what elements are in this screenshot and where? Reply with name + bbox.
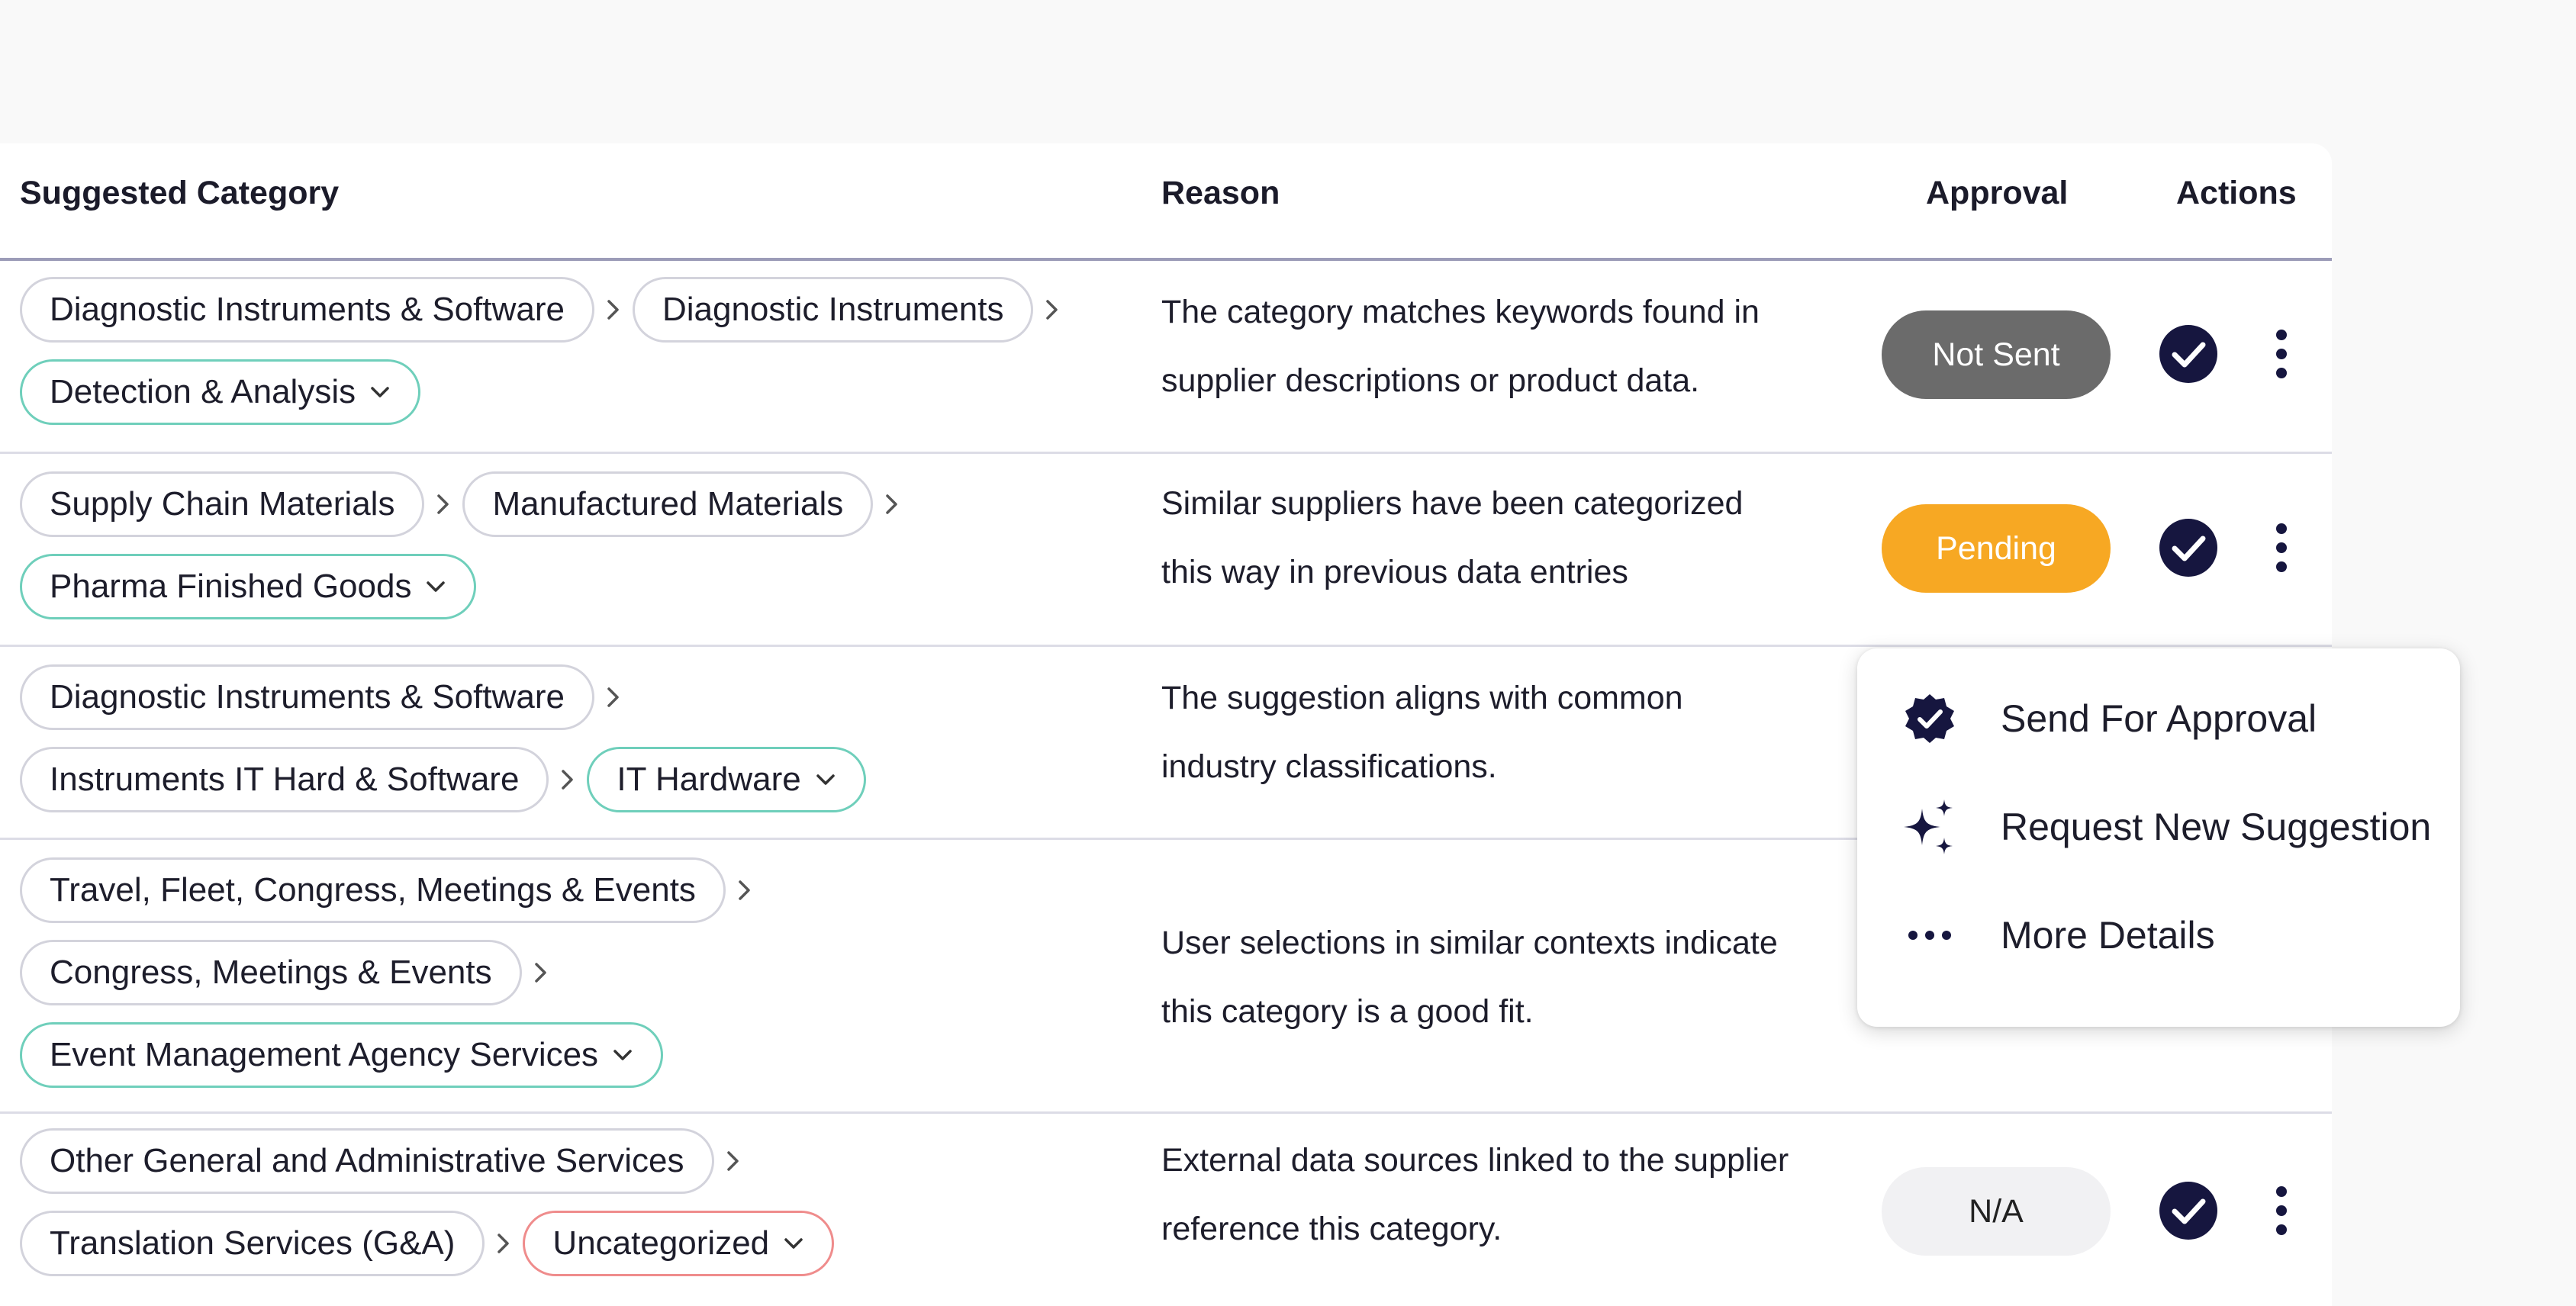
approve-check-button[interactable] <box>2158 323 2219 384</box>
column-header-suggested-category[interactable]: Suggested Category <box>20 143 339 258</box>
category-path-line: Diagnostic Instruments & Software Diagno… <box>20 275 1071 345</box>
more-vertical-icon <box>2276 330 2287 378</box>
category-path-line: Diagnostic Instruments & Software <box>20 662 633 732</box>
chevron-down-icon <box>783 1236 804 1251</box>
reason-line: this way in previous data entries <box>1161 554 1628 590</box>
more-vertical-icon <box>2276 1186 2287 1235</box>
check-circle-icon <box>2159 1182 2217 1240</box>
chevron-right-icon <box>605 298 622 321</box>
reason-line: supplier descriptions or product data. <box>1161 362 1700 399</box>
category-leaf-dropdown[interactable]: Uncategorized <box>523 1211 835 1276</box>
category-chip[interactable]: Congress, Meetings & Events <box>20 940 522 1005</box>
approve-check-button[interactable] <box>2158 517 2219 578</box>
chevron-right-icon <box>736 879 753 902</box>
chevron-down-icon <box>612 1047 633 1063</box>
category-chip[interactable]: Travel, Fleet, Congress, Meetings & Even… <box>20 857 726 923</box>
menu-item-label: More Details <box>2001 914 2215 957</box>
menu-item-more-details[interactable]: More Details <box>1857 888 2460 983</box>
check-circle-icon <box>2159 519 2217 577</box>
status-badge: N/A <box>1882 1167 2111 1256</box>
category-leaf-dropdown[interactable]: Pharma Finished Goods <box>20 554 477 619</box>
column-header-reason[interactable]: Reason <box>1161 143 1280 258</box>
chevron-right-icon <box>435 493 452 516</box>
reason-text: The category matches keywords found in s… <box>1161 278 1879 415</box>
category-chip[interactable]: Other General and Administrative Service… <box>20 1128 714 1194</box>
category-chip[interactable]: Diagnostic Instruments & Software <box>20 664 594 730</box>
category-chip[interactable]: Diagnostic Instruments <box>632 277 1034 343</box>
row-more-options-button[interactable] <box>2260 323 2303 384</box>
category-chip[interactable]: Instruments IT Hard & Software <box>20 747 549 812</box>
chevron-right-icon <box>605 686 622 709</box>
check-circle-icon <box>2159 325 2217 383</box>
reason-line: this category is a good fit. <box>1161 993 1534 1030</box>
menu-item-request-new-suggestion[interactable]: Request New Suggestion <box>1857 780 2460 874</box>
category-path-line: Congress, Meetings & Events <box>20 938 560 1008</box>
menu-item-send-for-approval[interactable]: Send For Approval <box>1857 671 2460 766</box>
reason-line: The suggestion aligns with common <box>1161 680 1683 716</box>
reason-text: Similar suppliers have been categorized … <box>1161 469 1879 606</box>
row-more-options-button[interactable] <box>2260 517 2303 578</box>
row-actions-menu: Send For Approval Request New Suggestion… <box>1857 648 2460 1027</box>
table-header: Suggested Category Reason Approval Actio… <box>0 143 2332 261</box>
status-badge: Pending <box>1882 504 2111 593</box>
column-header-approval[interactable]: Approval <box>1926 143 2068 258</box>
category-path-line: Translation Services (G&A) Uncategorized <box>20 1208 835 1279</box>
category-leaf-label: Detection & Analysis <box>50 373 356 410</box>
category-leaf-label: Pharma Finished Goods <box>50 568 412 605</box>
category-leaf-label: IT Hardware <box>617 761 801 798</box>
reason-line: User selections in similar contexts indi… <box>1161 925 1778 961</box>
category-chip[interactable]: Supply Chain Materials <box>20 471 425 537</box>
category-leaf-dropdown[interactable]: Event Management Agency Services <box>20 1022 664 1088</box>
chevron-right-icon <box>884 493 900 516</box>
approve-check-button[interactable] <box>2158 1180 2219 1241</box>
reason-line: The category matches keywords found in <box>1161 294 1760 330</box>
category-leaf-label: Event Management Agency Services <box>50 1036 599 1073</box>
category-path-line: Instruments IT Hard & Software IT Hardwa… <box>20 745 866 815</box>
category-path-line: Pharma Finished Goods <box>20 552 477 622</box>
category-chip[interactable]: Translation Services (G&A) <box>20 1211 485 1276</box>
category-leaf-dropdown[interactable]: IT Hardware <box>587 747 866 812</box>
chevron-down-icon <box>815 772 836 787</box>
status-badge: Not Sent <box>1882 310 2111 399</box>
chevron-down-icon <box>369 384 391 400</box>
row-more-options-button[interactable] <box>2260 1180 2303 1241</box>
menu-item-label: Send For Approval <box>2001 697 2317 740</box>
category-path-line: Detection & Analysis <box>20 357 421 427</box>
reason-text: External data sources linked to the supp… <box>1161 1126 1879 1263</box>
chevron-right-icon <box>533 961 549 984</box>
category-chip[interactable]: Manufactured Materials <box>462 471 874 537</box>
category-path-line: Supply Chain Materials Manufactured Mate… <box>20 469 911 539</box>
category-path-line: Event Management Agency Services <box>20 1020 664 1090</box>
menu-item-label: Request New Suggestion <box>2001 806 2432 848</box>
category-path-line: Other General and Administrative Service… <box>20 1126 752 1196</box>
chevron-down-icon <box>425 579 446 594</box>
reason-line: Similar suppliers have been categorized <box>1161 485 1744 522</box>
reason-text: User selections in similar contexts indi… <box>1161 909 1879 1046</box>
column-header-actions: Actions <box>2176 175 2297 211</box>
chevron-right-icon <box>495 1232 512 1255</box>
verified-badge-icon <box>1897 686 1963 751</box>
category-leaf-label: Uncategorized <box>552 1224 770 1262</box>
reason-line: industry classifications. <box>1161 748 1497 785</box>
category-leaf-dropdown[interactable]: Detection & Analysis <box>20 359 421 425</box>
reason-line: External data sources linked to the supp… <box>1161 1142 1789 1179</box>
sparkles-icon <box>1897 794 1963 860</box>
reason-text: The suggestion aligns with common indust… <box>1161 664 1879 801</box>
more-vertical-icon <box>2276 523 2287 572</box>
more-horizontal-icon <box>1897 902 1963 968</box>
chevron-right-icon <box>725 1150 742 1173</box>
chevron-right-icon <box>1044 298 1061 321</box>
chevron-right-icon <box>559 768 576 791</box>
reason-line: reference this category. <box>1161 1211 1502 1247</box>
category-chip[interactable]: Diagnostic Instruments & Software <box>20 277 594 343</box>
category-path-line: Travel, Fleet, Congress, Meetings & Even… <box>20 855 764 925</box>
